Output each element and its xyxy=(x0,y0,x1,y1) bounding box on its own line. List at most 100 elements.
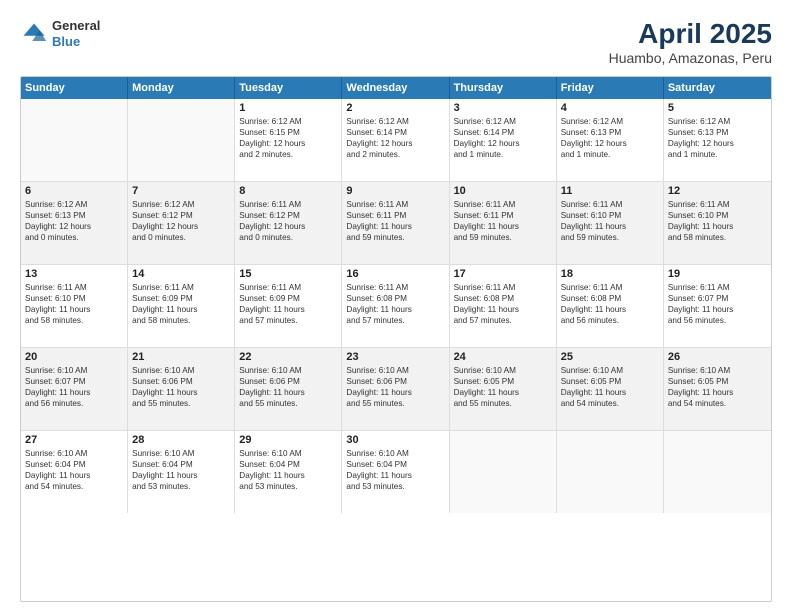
day-cell-10: 10Sunrise: 6:11 AMSunset: 6:11 PMDayligh… xyxy=(450,182,557,264)
cell-line: and 53 minutes. xyxy=(239,481,337,492)
day-number: 9 xyxy=(346,185,444,197)
day-cell-27: 27Sunrise: 6:10 AMSunset: 6:04 PMDayligh… xyxy=(21,431,128,513)
day-number: 4 xyxy=(561,102,659,114)
empty-cell xyxy=(450,431,557,513)
cell-line: Sunrise: 6:10 AM xyxy=(668,365,767,376)
day-number: 27 xyxy=(25,434,123,446)
day-cell-14: 14Sunrise: 6:11 AMSunset: 6:09 PMDayligh… xyxy=(128,265,235,347)
cell-line: Sunrise: 6:10 AM xyxy=(132,365,230,376)
calendar-body: 1Sunrise: 6:12 AMSunset: 6:15 PMDaylight… xyxy=(21,99,771,513)
cell-line: Sunrise: 6:11 AM xyxy=(132,282,230,293)
cell-line: Sunset: 6:14 PM xyxy=(346,127,444,138)
day-cell-24: 24Sunrise: 6:10 AMSunset: 6:05 PMDayligh… xyxy=(450,348,557,430)
cell-line: and 55 minutes. xyxy=(132,398,230,409)
day-cell-11: 11Sunrise: 6:11 AMSunset: 6:10 PMDayligh… xyxy=(557,182,664,264)
day-number: 6 xyxy=(25,185,123,197)
cell-line: Sunset: 6:10 PM xyxy=(668,210,767,221)
empty-cell xyxy=(21,99,128,181)
cell-line: Daylight: 11 hours xyxy=(25,470,123,481)
header-day-tuesday: Tuesday xyxy=(235,77,342,99)
cell-line: Sunset: 6:08 PM xyxy=(561,293,659,304)
cell-line: Sunrise: 6:12 AM xyxy=(239,116,337,127)
day-number: 14 xyxy=(132,268,230,280)
header-day-wednesday: Wednesday xyxy=(342,77,449,99)
calendar-week-2: 6Sunrise: 6:12 AMSunset: 6:13 PMDaylight… xyxy=(21,181,771,264)
cell-line: Daylight: 11 hours xyxy=(454,387,552,398)
cell-line: Daylight: 11 hours xyxy=(346,304,444,315)
day-cell-16: 16Sunrise: 6:11 AMSunset: 6:08 PMDayligh… xyxy=(342,265,449,347)
day-number: 10 xyxy=(454,185,552,197)
day-cell-26: 26Sunrise: 6:10 AMSunset: 6:05 PMDayligh… xyxy=(664,348,771,430)
calendar-week-3: 13Sunrise: 6:11 AMSunset: 6:10 PMDayligh… xyxy=(21,264,771,347)
cell-line: and 57 minutes. xyxy=(239,315,337,326)
cell-line: Daylight: 11 hours xyxy=(668,304,767,315)
cell-line: Daylight: 12 hours xyxy=(454,138,552,149)
day-number: 17 xyxy=(454,268,552,280)
cell-line: Sunset: 6:08 PM xyxy=(346,293,444,304)
cell-line: and 55 minutes. xyxy=(346,398,444,409)
cell-line: Sunrise: 6:12 AM xyxy=(561,116,659,127)
day-cell-18: 18Sunrise: 6:11 AMSunset: 6:08 PMDayligh… xyxy=(557,265,664,347)
cell-line: Daylight: 11 hours xyxy=(25,387,123,398)
cell-line: Sunset: 6:13 PM xyxy=(668,127,767,138)
cell-line: and 0 minutes. xyxy=(25,232,123,243)
cell-line: Daylight: 11 hours xyxy=(561,221,659,232)
title-block: April 2025 Huambo, Amazonas, Peru xyxy=(609,18,772,66)
day-number: 12 xyxy=(668,185,767,197)
logo-blue: Blue xyxy=(52,34,100,50)
cell-line: and 53 minutes. xyxy=(132,481,230,492)
cell-line: and 56 minutes. xyxy=(25,398,123,409)
cell-line: Sunrise: 6:11 AM xyxy=(561,282,659,293)
day-cell-23: 23Sunrise: 6:10 AMSunset: 6:06 PMDayligh… xyxy=(342,348,449,430)
cell-line: and 59 minutes. xyxy=(454,232,552,243)
logo-text: General Blue xyxy=(52,18,100,49)
calendar-week-4: 20Sunrise: 6:10 AMSunset: 6:07 PMDayligh… xyxy=(21,347,771,430)
cell-line: Daylight: 12 hours xyxy=(239,221,337,232)
day-cell-28: 28Sunrise: 6:10 AMSunset: 6:04 PMDayligh… xyxy=(128,431,235,513)
day-cell-3: 3Sunrise: 6:12 AMSunset: 6:14 PMDaylight… xyxy=(450,99,557,181)
day-cell-1: 1Sunrise: 6:12 AMSunset: 6:15 PMDaylight… xyxy=(235,99,342,181)
cell-line: Sunset: 6:07 PM xyxy=(25,376,123,387)
cell-line: Sunset: 6:05 PM xyxy=(454,376,552,387)
day-cell-13: 13Sunrise: 6:11 AMSunset: 6:10 PMDayligh… xyxy=(21,265,128,347)
empty-cell xyxy=(664,431,771,513)
cell-line: Sunrise: 6:10 AM xyxy=(454,365,552,376)
cell-line: Sunrise: 6:11 AM xyxy=(239,282,337,293)
cell-line: Sunset: 6:08 PM xyxy=(454,293,552,304)
day-cell-5: 5Sunrise: 6:12 AMSunset: 6:13 PMDaylight… xyxy=(664,99,771,181)
day-cell-29: 29Sunrise: 6:10 AMSunset: 6:04 PMDayligh… xyxy=(235,431,342,513)
cell-line: Sunrise: 6:12 AM xyxy=(454,116,552,127)
cell-line: Sunset: 6:11 PM xyxy=(346,210,444,221)
cell-line: Sunrise: 6:11 AM xyxy=(346,282,444,293)
day-cell-15: 15Sunrise: 6:11 AMSunset: 6:09 PMDayligh… xyxy=(235,265,342,347)
header-day-sunday: Sunday xyxy=(21,77,128,99)
day-number: 23 xyxy=(346,351,444,363)
header-day-thursday: Thursday xyxy=(450,77,557,99)
cell-line: Sunrise: 6:11 AM xyxy=(668,282,767,293)
day-number: 28 xyxy=(132,434,230,446)
cell-line: Sunset: 6:09 PM xyxy=(239,293,337,304)
cell-line: Sunset: 6:04 PM xyxy=(25,459,123,470)
cell-line: Sunset: 6:11 PM xyxy=(454,210,552,221)
header-day-friday: Friday xyxy=(557,77,664,99)
cell-line: Daylight: 12 hours xyxy=(239,138,337,149)
cell-line: Sunset: 6:12 PM xyxy=(132,210,230,221)
cell-line: Sunrise: 6:11 AM xyxy=(25,282,123,293)
cell-line: and 54 minutes. xyxy=(668,398,767,409)
cell-line: Sunrise: 6:12 AM xyxy=(25,199,123,210)
cell-line: Daylight: 12 hours xyxy=(668,138,767,149)
cell-line: Sunset: 6:10 PM xyxy=(25,293,123,304)
cell-line: Sunrise: 6:10 AM xyxy=(132,448,230,459)
cell-line: Daylight: 11 hours xyxy=(346,387,444,398)
cell-line: Sunset: 6:05 PM xyxy=(668,376,767,387)
cell-line: and 2 minutes. xyxy=(346,149,444,160)
cell-line: Daylight: 12 hours xyxy=(132,221,230,232)
cell-line: Daylight: 11 hours xyxy=(239,387,337,398)
day-cell-22: 22Sunrise: 6:10 AMSunset: 6:06 PMDayligh… xyxy=(235,348,342,430)
day-cell-6: 6Sunrise: 6:12 AMSunset: 6:13 PMDaylight… xyxy=(21,182,128,264)
cell-line: and 57 minutes. xyxy=(346,315,444,326)
day-cell-12: 12Sunrise: 6:11 AMSunset: 6:10 PMDayligh… xyxy=(664,182,771,264)
cell-line: Sunrise: 6:11 AM xyxy=(239,199,337,210)
cell-line: Sunrise: 6:10 AM xyxy=(25,365,123,376)
cell-line: and 54 minutes. xyxy=(25,481,123,492)
